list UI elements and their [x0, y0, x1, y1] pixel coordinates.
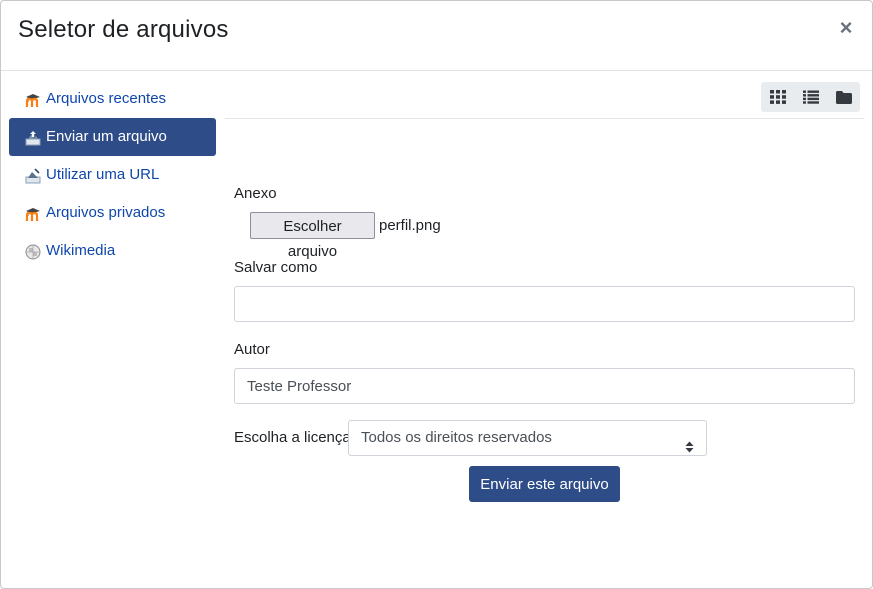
list-view-icon[interactable]	[794, 82, 827, 112]
author-label: Autor	[234, 341, 270, 358]
repository-sidebar: Arquivos recentes Enviar um arquivo Util…	[9, 79, 216, 270]
wikimedia-globe-icon	[25, 244, 41, 260]
moodle-icon	[25, 206, 41, 222]
choose-file-button[interactable]: Escolher arquivo	[250, 212, 375, 260]
moodle-icon	[25, 92, 41, 108]
folder-view-icon[interactable]	[827, 82, 860, 112]
url-download-icon	[25, 168, 41, 184]
save-as-input[interactable]	[234, 286, 855, 322]
sidebar-item-recent-files[interactable]: Arquivos recentes	[9, 80, 216, 118]
file-picker-dialog: Seletor de arquivos × Arquivos recentes	[0, 0, 873, 589]
divider	[225, 118, 864, 119]
dialog-title: Seletor de arquivos	[18, 16, 229, 43]
close-icon[interactable]: ×	[836, 15, 856, 41]
sidebar-item-url[interactable]: Utilizar uma URL	[9, 156, 216, 194]
upload-icon	[25, 130, 41, 146]
sidebar-item-label: Arquivos privados	[46, 204, 166, 221]
upload-submit-button[interactable]: Enviar este arquivo	[469, 466, 620, 502]
dialog-header: Seletor de arquivos ×	[1, 1, 872, 71]
sidebar-item-private-files[interactable]: Arquivos privados	[9, 194, 216, 232]
sidebar-item-wikimedia[interactable]: Wikimedia	[9, 232, 216, 270]
sidebar-item-label: Wikimedia	[46, 242, 116, 259]
chosen-filename: perfil.png	[379, 217, 441, 234]
sidebar-item-label: Utilizar uma URL	[46, 166, 160, 183]
view-switcher	[761, 82, 860, 112]
select-caret-icon	[685, 432, 694, 453]
save-as-label: Salvar como	[234, 259, 318, 276]
license-label: Escolha a licença	[234, 429, 351, 446]
license-selected-value: Todos os direitos reservados	[361, 429, 552, 446]
attachment-label: Anexo	[234, 185, 277, 202]
author-input[interactable]	[234, 368, 855, 404]
sidebar-item-label: Enviar um arquivo	[46, 128, 167, 145]
grid-view-icon[interactable]	[761, 82, 794, 112]
license-select[interactable]: Todos os direitos reservados	[348, 420, 707, 456]
sidebar-item-upload-file[interactable]: Enviar um arquivo	[9, 118, 216, 156]
sidebar-item-label: Arquivos recentes	[46, 90, 167, 107]
